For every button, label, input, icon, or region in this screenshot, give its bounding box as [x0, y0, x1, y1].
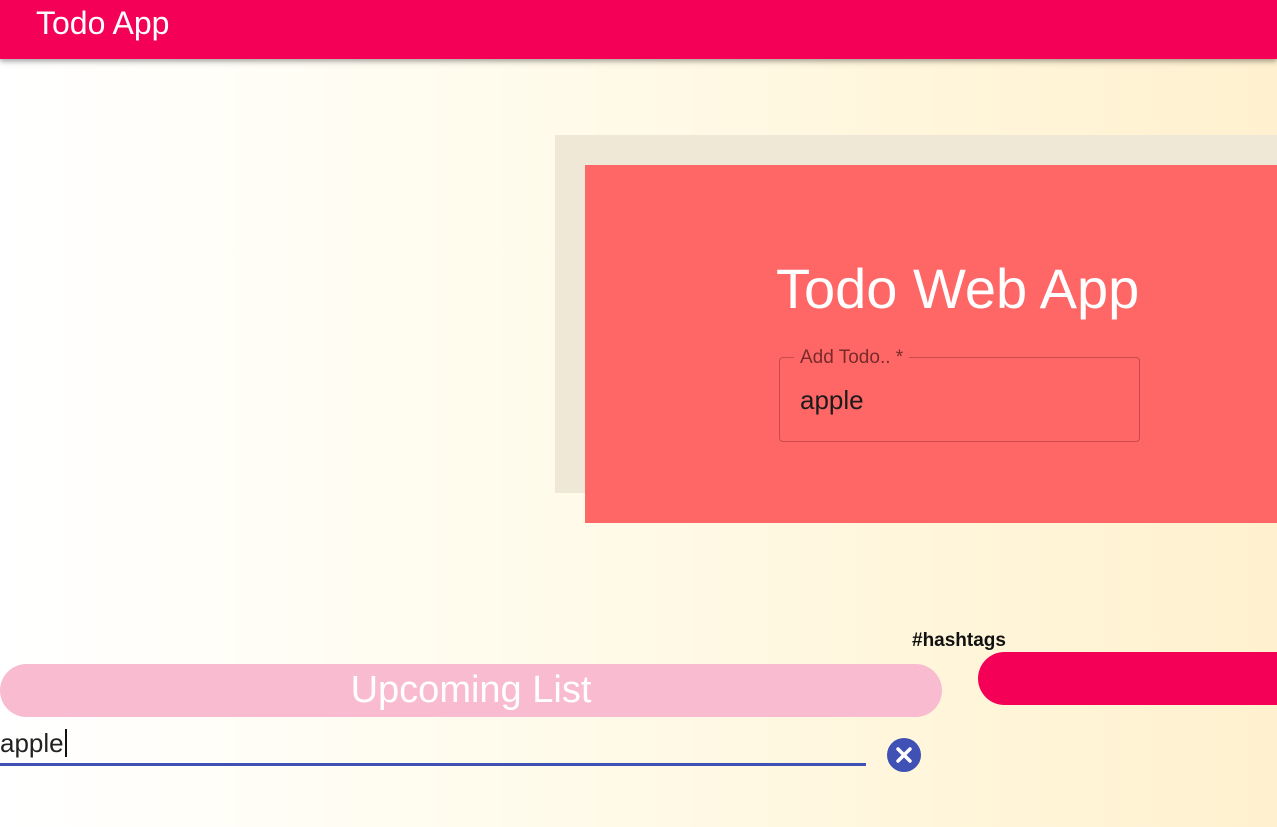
hashtags-label: #hashtags — [912, 630, 1006, 651]
app-title: Todo App — [36, 5, 170, 41]
hero-title: Todo Web App — [776, 257, 1140, 320]
app-bar: Todo App — [0, 0, 1277, 59]
close-circle-icon[interactable] — [887, 738, 921, 772]
todo-edit-value[interactable]: apple — [0, 728, 67, 758]
add-todo-label: Add Todo.. * — [794, 347, 910, 369]
todo-edit-input[interactable]: apple — [0, 726, 866, 766]
upcoming-list-header: Upcoming List — [0, 664, 942, 717]
add-todo-field[interactable]: Add Todo.. * apple — [779, 347, 1140, 442]
add-todo-input[interactable]: apple — [800, 384, 864, 416]
clear-button[interactable] — [887, 738, 921, 772]
hero-panel — [585, 165, 1277, 523]
hashtags-bar — [978, 652, 1277, 705]
